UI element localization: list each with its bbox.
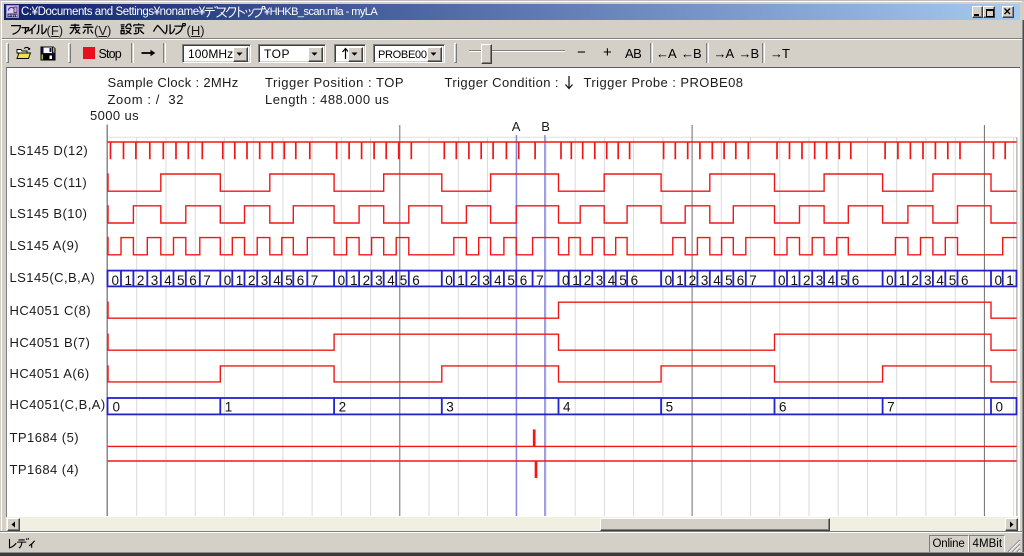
svg-text:4: 4 [494, 273, 502, 288]
svg-text:3: 3 [816, 273, 824, 288]
svg-text:6: 6 [412, 273, 420, 288]
svg-text:1: 1 [572, 273, 580, 288]
svg-text:0: 0 [995, 273, 1003, 288]
svg-text:7: 7 [536, 273, 544, 288]
svg-text:2: 2 [339, 400, 347, 415]
svg-text:6: 6 [737, 273, 745, 288]
svg-text:1: 1 [125, 273, 133, 288]
svg-text:4: 4 [608, 273, 616, 288]
svg-text:0: 0 [112, 273, 120, 288]
svg-text:6: 6 [297, 273, 305, 288]
svg-text:5: 5 [949, 273, 957, 288]
svg-text:6: 6 [852, 273, 860, 288]
svg-text:1: 1 [676, 273, 684, 288]
svg-text:1: 1 [791, 273, 799, 288]
svg-text:0: 0 [778, 273, 786, 288]
svg-text:6: 6 [961, 273, 969, 288]
svg-text:3: 3 [446, 400, 454, 415]
svg-text:2: 2 [137, 273, 145, 288]
svg-text:0: 0 [338, 273, 346, 288]
svg-text:3: 3 [482, 273, 490, 288]
svg-text:5: 5 [666, 400, 674, 415]
svg-text:3: 3 [261, 273, 269, 288]
svg-text:7: 7 [749, 273, 757, 288]
svg-text:2: 2 [689, 273, 697, 288]
svg-text:5: 5 [177, 273, 185, 288]
svg-text:5: 5 [619, 273, 627, 288]
svg-text:2: 2 [470, 273, 478, 288]
svg-text:0: 0 [562, 273, 570, 288]
svg-text:4: 4 [387, 273, 395, 288]
svg-text:2: 2 [584, 273, 592, 288]
svg-text:2: 2 [248, 273, 256, 288]
svg-text:3: 3 [924, 273, 932, 288]
svg-text:2: 2 [911, 273, 919, 288]
svg-text:3: 3 [596, 273, 604, 288]
svg-text:3: 3 [375, 273, 383, 288]
svg-text:7: 7 [203, 273, 211, 288]
svg-text:4: 4 [828, 273, 836, 288]
svg-text:1: 1 [225, 400, 233, 415]
svg-text:0: 0 [996, 400, 1004, 415]
svg-text:1: 1 [236, 273, 244, 288]
svg-text:0: 0 [886, 273, 894, 288]
svg-text:5: 5 [840, 273, 848, 288]
svg-text:6: 6 [189, 273, 197, 288]
svg-text:7: 7 [887, 400, 895, 415]
svg-text:5: 5 [285, 273, 293, 288]
svg-text:5: 5 [400, 273, 408, 288]
svg-text:1: 1 [457, 273, 465, 288]
svg-text:1: 1 [899, 273, 907, 288]
svg-text:6: 6 [779, 400, 787, 415]
svg-text:0: 0 [445, 273, 453, 288]
svg-text:2: 2 [363, 273, 371, 288]
svg-text:3: 3 [701, 273, 709, 288]
svg-text:3: 3 [151, 273, 159, 288]
svg-text:6: 6 [631, 273, 639, 288]
svg-text:0: 0 [224, 273, 232, 288]
svg-text:4: 4 [936, 273, 944, 288]
svg-text:1: 1 [1006, 273, 1014, 288]
svg-text:7: 7 [311, 273, 319, 288]
svg-text:0: 0 [113, 400, 121, 415]
svg-text:4: 4 [273, 273, 281, 288]
svg-text:5: 5 [507, 273, 515, 288]
svg-text:4: 4 [164, 273, 172, 288]
svg-text:6: 6 [520, 273, 528, 288]
svg-text:4: 4 [713, 273, 721, 288]
svg-text:4: 4 [563, 400, 571, 415]
svg-text:5: 5 [725, 273, 733, 288]
svg-text:0: 0 [665, 273, 673, 288]
svg-text:1: 1 [350, 273, 358, 288]
svg-text:2: 2 [803, 273, 811, 288]
